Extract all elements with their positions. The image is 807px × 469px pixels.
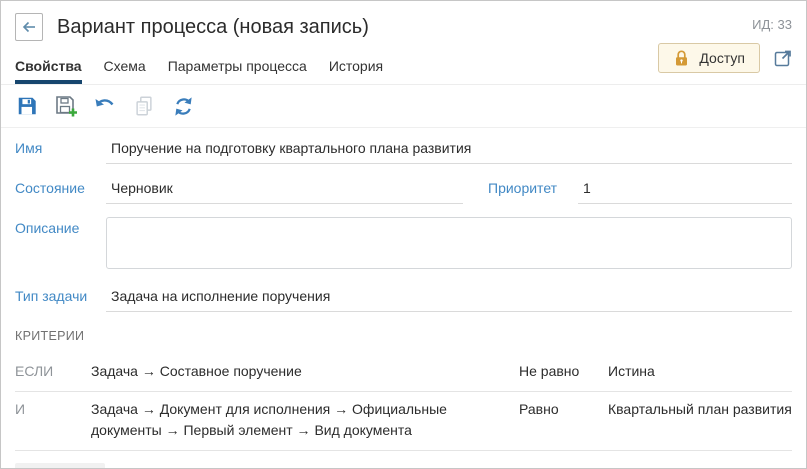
criteria-operator: ЕСЛИ <box>15 361 91 382</box>
task-type-label: Тип задачи <box>15 285 106 304</box>
refresh-icon <box>172 95 195 118</box>
process-variant-window: Вариант процесса (новая запись) ИД: 33 С… <box>0 0 807 469</box>
lock-icon <box>673 49 690 67</box>
undo-icon <box>93 95 117 117</box>
description-row: Описание <box>15 217 792 269</box>
state-label: Состояние <box>15 177 106 196</box>
save-button[interactable] <box>15 94 39 118</box>
criteria-condition: Не равно <box>519 361 608 382</box>
toolbar <box>1 85 806 128</box>
priority-label: Приоритет <box>488 177 578 196</box>
tab-scheme[interactable]: Схема <box>104 50 146 84</box>
copy-button[interactable] <box>132 94 156 118</box>
save-icon <box>16 95 38 117</box>
criteria-section-title: КРИТЕРИИ <box>15 329 792 343</box>
tab-history[interactable]: История <box>329 50 383 84</box>
access-button[interactable]: Доступ <box>658 43 760 73</box>
criteria-condition: Равно <box>519 399 608 420</box>
back-arrow-icon <box>20 18 38 36</box>
add-criteria-button[interactable]: Добавить <box>15 463 105 469</box>
criteria-value: Истина <box>608 361 792 382</box>
task-type-input[interactable]: Задача на исполнение поручения <box>106 285 792 312</box>
description-label: Описание <box>15 217 106 236</box>
name-row: Имя Поручение на подготовку квартального… <box>15 137 792 164</box>
state-input[interactable]: Черновик <box>106 177 463 204</box>
page-title: Вариант процесса (новая запись) <box>57 16 369 39</box>
header: Вариант процесса (новая запись) ИД: 33 <box>1 1 806 41</box>
criteria-row[interactable]: И Задача → Документ для исполнения → Офи… <box>15 392 792 451</box>
tab-properties[interactable]: Свойства <box>15 50 82 84</box>
access-button-label: Доступ <box>699 50 745 66</box>
copy-icon <box>133 95 155 117</box>
save-and-add-button[interactable] <box>54 94 78 118</box>
name-input[interactable]: Поручение на подготовку квартального пла… <box>106 137 792 164</box>
task-type-row: Тип задачи Задача на исполнение поручени… <box>15 285 792 312</box>
back-button[interactable] <box>15 13 43 41</box>
description-input[interactable] <box>106 217 792 269</box>
save-and-add-icon <box>54 94 78 118</box>
tab-bar: Свойства Схема Параметры процесса Истори… <box>1 50 806 85</box>
name-label: Имя <box>15 137 106 156</box>
open-in-new-window-button[interactable] <box>772 47 794 69</box>
undo-button[interactable] <box>93 94 117 118</box>
criteria-expression: Задача → Составное поручение <box>91 361 519 382</box>
priority-input[interactable]: 1 <box>578 177 792 204</box>
refresh-button[interactable] <box>171 94 195 118</box>
properties-form: Имя Поручение на подготовку квартального… <box>1 128 806 312</box>
criteria-row[interactable]: ЕСЛИ Задача → Составное поручение Не рав… <box>15 354 792 392</box>
criteria-operator: И <box>15 399 91 420</box>
open-in-new-window-icon <box>772 47 794 69</box>
state-row: Состояние Черновик Приоритет 1 <box>15 177 792 204</box>
tab-actions: Доступ <box>658 43 794 73</box>
criteria-expression: Задача → Документ для исполнения → Офици… <box>91 399 519 441</box>
record-id: ИД: 33 <box>752 17 792 32</box>
criteria-section: КРИТЕРИИ ЕСЛИ Задача → Составное поручен… <box>1 329 806 469</box>
criteria-value: Квартальный план развития <box>608 399 792 420</box>
tab-process-parameters[interactable]: Параметры процесса <box>168 50 307 84</box>
